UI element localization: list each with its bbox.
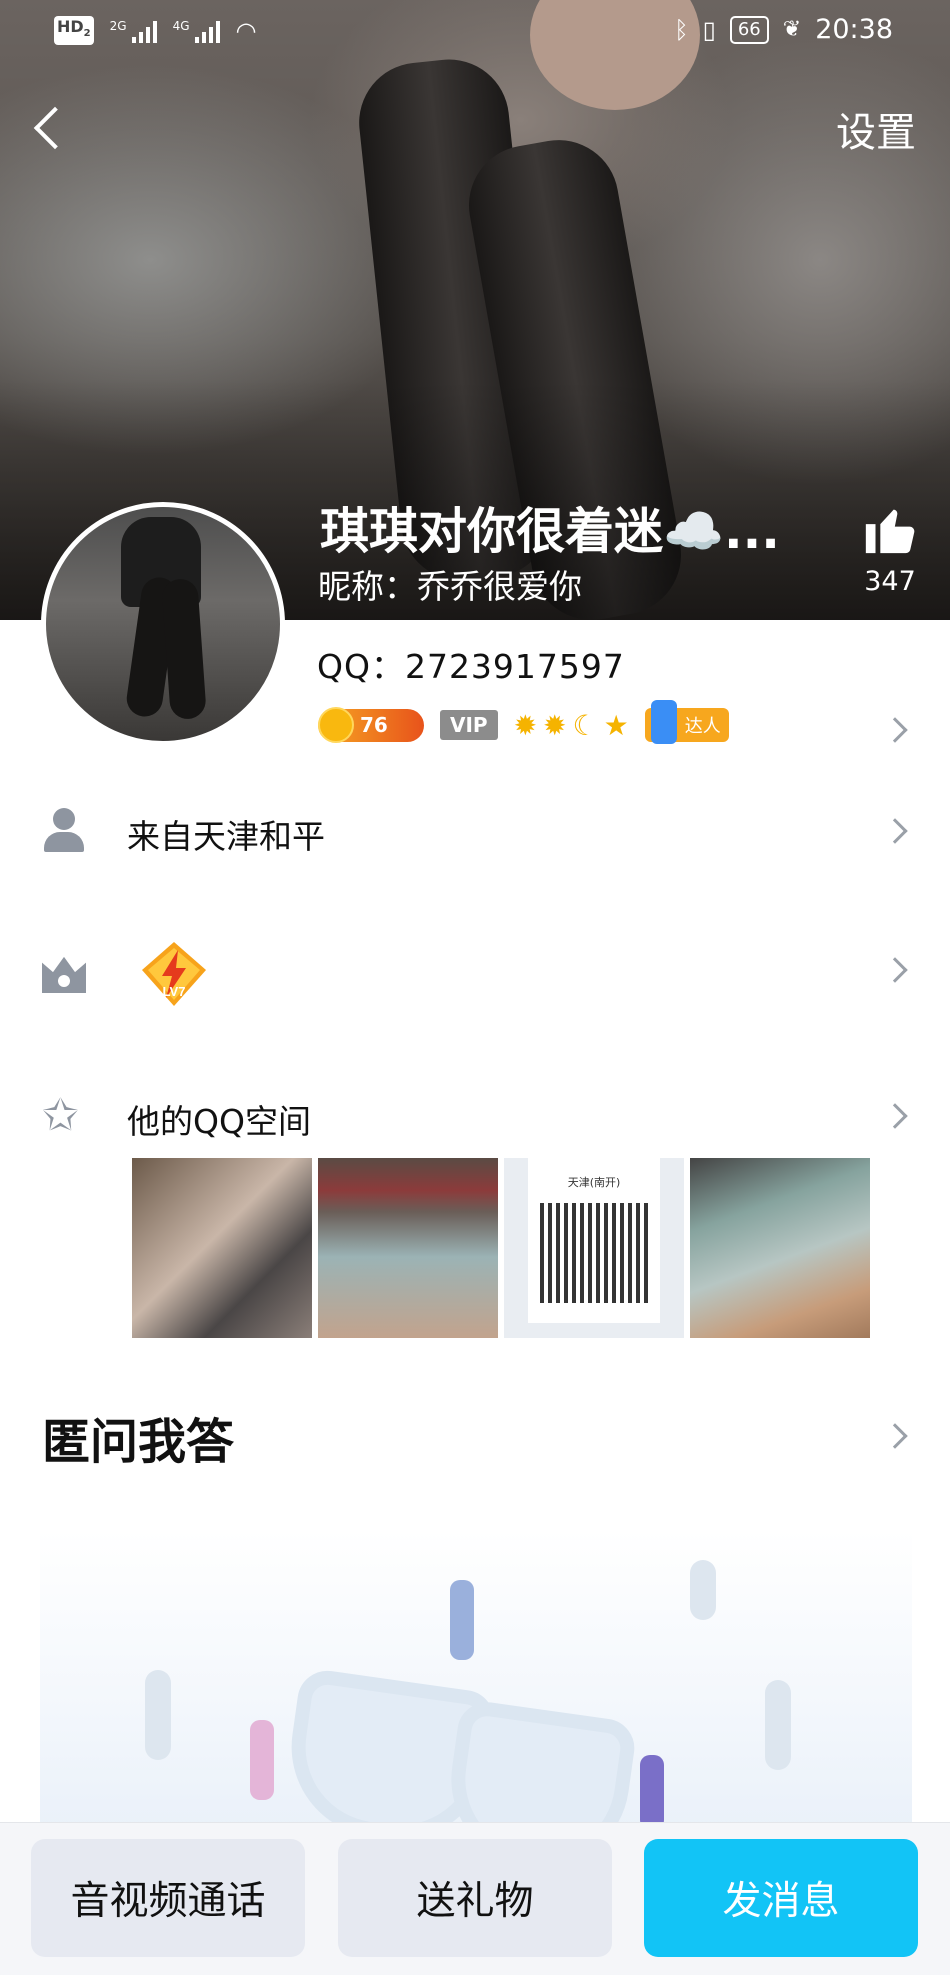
hd-icon: HD2 — [54, 16, 94, 46]
like-count: 347 — [864, 566, 916, 597]
qzone-photo[interactable] — [690, 1158, 870, 1338]
back-button[interactable] — [22, 95, 82, 165]
status-bar: HD2 2G 4G ◠ ᛒ ▯ 66 ❦ 20:38 — [0, 0, 950, 64]
send-message-button[interactable]: 发消息 — [644, 1839, 918, 1957]
illustration-glasses — [439, 1698, 639, 1830]
qq-number: QQ：2723917597 — [317, 647, 625, 686]
sun-icon — [318, 707, 354, 743]
qzone-label[interactable]: 他的QQ空间 — [127, 1095, 311, 1143]
chevron-right-icon[interactable] — [882, 957, 908, 983]
signal-icon: 4G — [173, 19, 220, 43]
settings-button[interactable]: 设置 — [836, 100, 916, 158]
qa-empty-illustration — [40, 1530, 912, 1830]
qzone-photo[interactable] — [318, 1158, 498, 1338]
like-button[interactable]: 347 — [850, 500, 930, 597]
qr-code — [540, 1203, 648, 1303]
crown-icon — [42, 956, 86, 993]
person-icon — [42, 808, 86, 852]
send-gift-button[interactable]: 送礼物 — [338, 1839, 612, 1957]
vip-badge: VIP — [440, 710, 498, 740]
qzone-photo-strip[interactable]: 天津(南开) — [132, 1158, 870, 1338]
thumbs-up-icon — [865, 509, 915, 554]
location-label[interactable]: 来自天津和平 — [127, 810, 325, 858]
av-call-button[interactable]: 音视频通话 — [31, 1839, 305, 1957]
chevron-right-icon[interactable] — [882, 717, 908, 743]
illustration-cactus — [765, 1680, 791, 1770]
leaf-icon: ❦ — [782, 17, 802, 42]
sun-icon: ✹ — [543, 708, 567, 742]
battery-icon: 66 — [729, 15, 769, 44]
qzone-star-icon: ✩ — [42, 1090, 79, 1141]
profile-title: 琪琪对你很着迷☁️... — [320, 503, 780, 560]
illustration-person — [640, 1755, 664, 1830]
illustration-person — [250, 1720, 274, 1800]
vibrate-icon: ▯ — [702, 15, 716, 44]
chevron-right-icon[interactable] — [882, 818, 908, 844]
chevron-right-icon[interactable] — [882, 1103, 908, 1129]
qzone-photo[interactable] — [132, 1158, 312, 1338]
level-text: LV7 — [163, 984, 186, 999]
chevron-right-icon[interactable] — [882, 1423, 908, 1449]
sun-icon: ✹ — [513, 708, 538, 742]
bottom-action-bar: 音视频通话 送礼物 发消息 — [0, 1822, 950, 1975]
qa-section-title[interactable]: 匿问我答 — [42, 1402, 234, 1472]
star-icon: ★ — [603, 708, 629, 742]
qq-level-icons: ✹ ✹ ☾ ★ — [514, 709, 629, 742]
level-badge: 76 — [318, 707, 424, 743]
illustration-cactus — [690, 1560, 716, 1620]
moon-icon: ☾ — [572, 708, 598, 742]
illustration-cactus — [145, 1670, 171, 1760]
daren-badge: 达人 — [644, 700, 729, 744]
avatar[interactable] — [41, 502, 285, 746]
wifi-icon: ◠ — [235, 16, 257, 45]
signal-icon: 2G — [110, 19, 157, 43]
badge-row[interactable]: 76 VIP ✹ ✹ ☾ ★ 达人 — [318, 700, 729, 744]
illustration-person — [450, 1580, 474, 1660]
clock: 20:38 — [815, 14, 893, 45]
qr-caption: 天津(南开) — [567, 1176, 621, 1189]
qzone-photo[interactable]: 天津(南开) — [504, 1158, 684, 1338]
lightning-level-icon[interactable]: LV7 — [140, 940, 208, 1008]
bluetooth-icon: ᛒ — [674, 15, 689, 44]
nickname: 昵称：乔乔很爱你 — [318, 567, 582, 606]
